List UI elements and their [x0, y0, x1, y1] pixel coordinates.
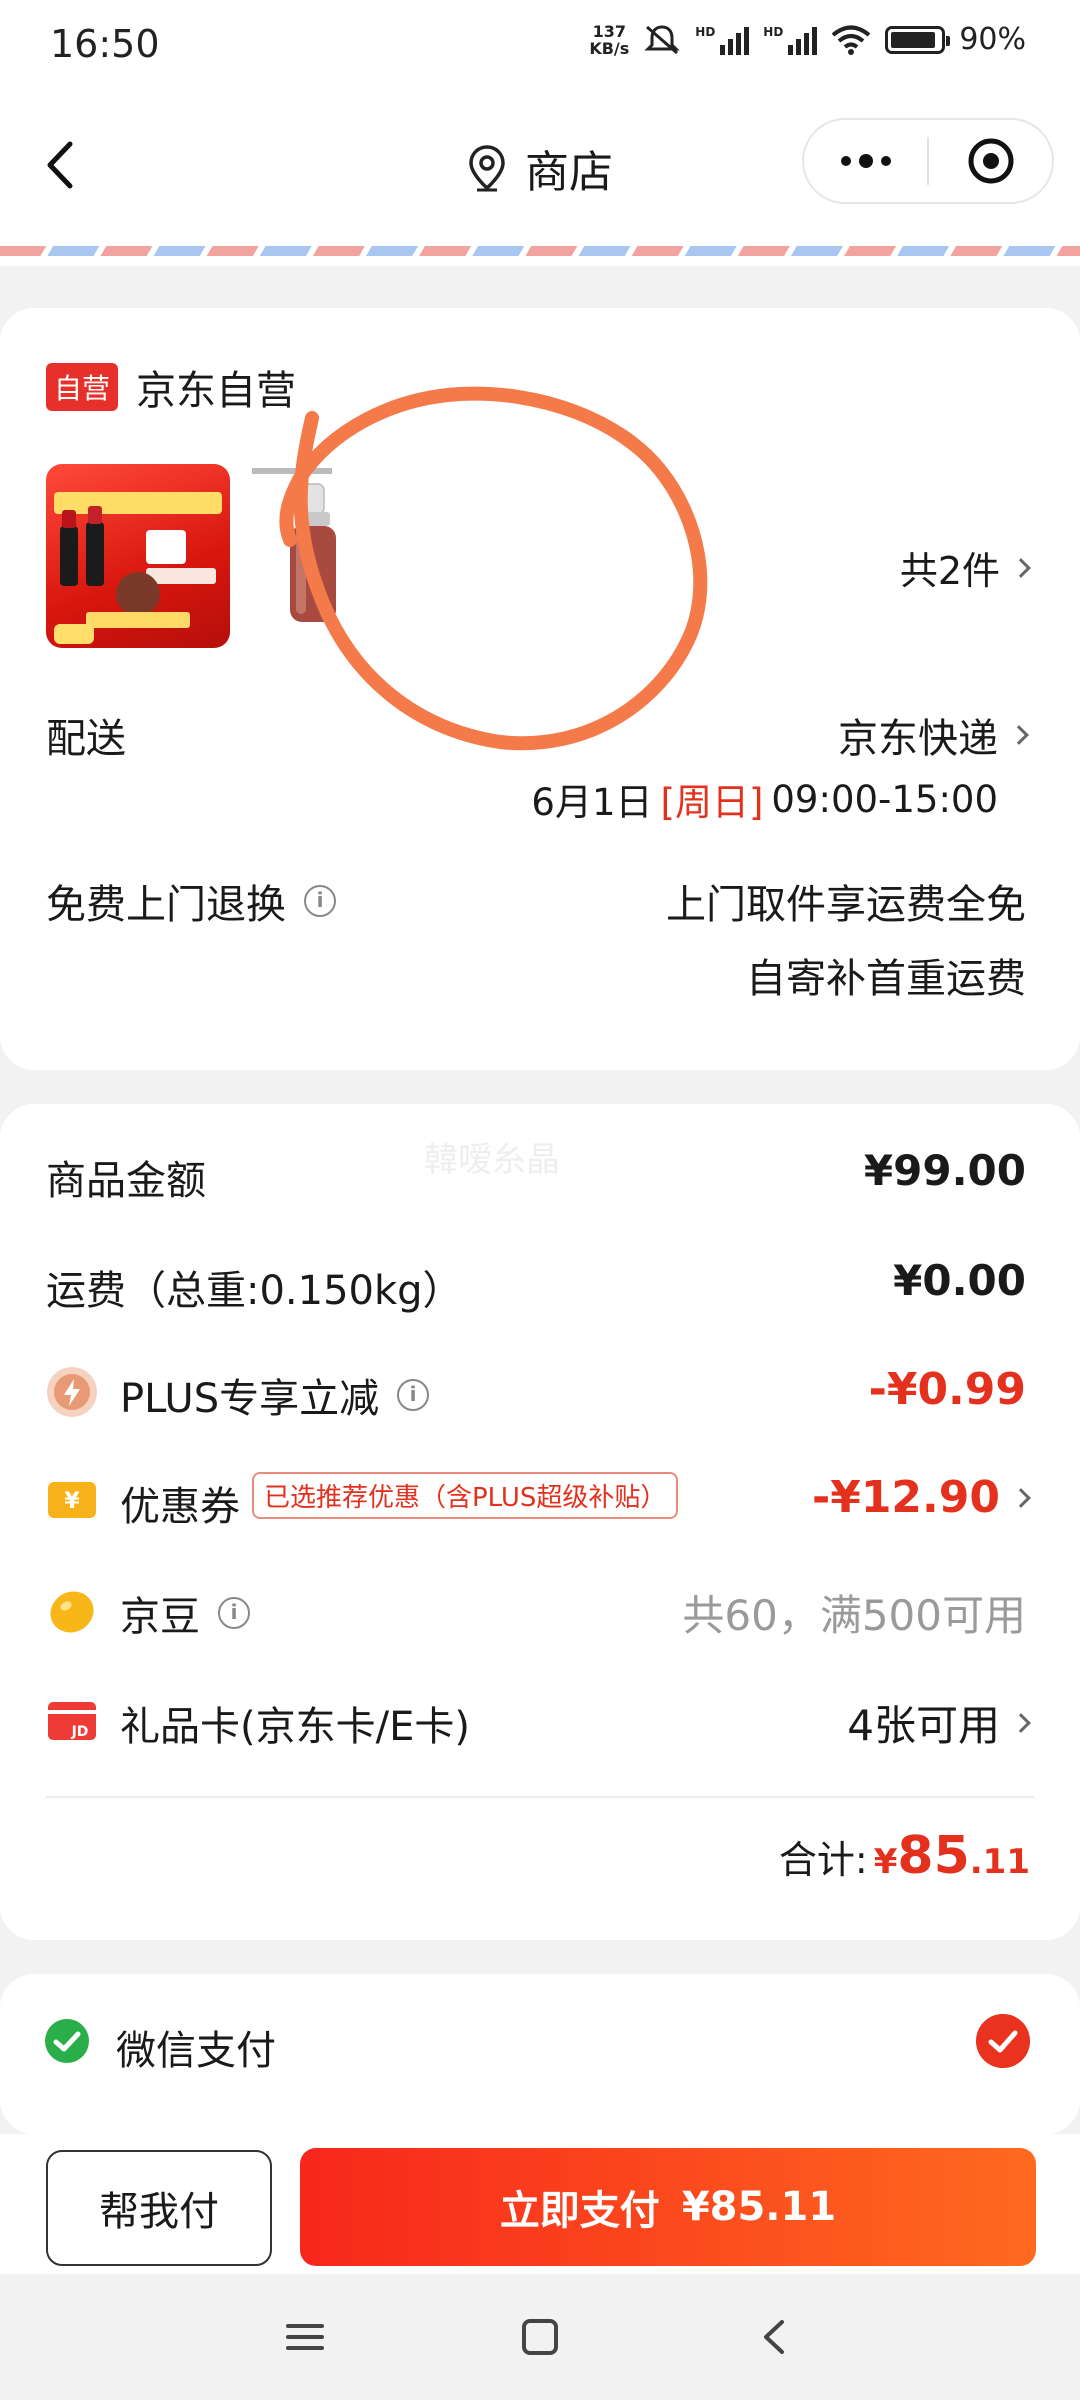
net-speed-unit: KB/s	[589, 38, 630, 58]
beans-value: 共60，满500可用	[682, 1591, 1026, 1640]
order-card: 自营 京东自营 共2件 配送 京东快递 6月1日 [周日] 09:00-15:0…	[0, 308, 1080, 1070]
info-icon[interactable]: i	[304, 885, 336, 917]
menu-icon[interactable]	[280, 2312, 330, 2362]
shop-name: 京东自营	[136, 368, 297, 414]
system-nav-bar	[0, 2274, 1080, 2400]
info-icon[interactable]: i	[397, 1379, 430, 1411]
plus-member-icon	[47, 1367, 97, 1417]
checkout-action-bar: 帮我付 立即支付 ¥85.11	[0, 2134, 1080, 2274]
delivery-date: 6月1日	[531, 781, 653, 824]
shop-header: 自营 京东自营	[46, 358, 296, 416]
delivery-time[interactable]: 6月1日 [周日] 09:00-15:00	[531, 772, 998, 826]
help-me-pay-label: 帮我付	[99, 2189, 219, 2235]
total-integer: 85	[897, 1826, 970, 1886]
more-button[interactable]	[804, 120, 927, 202]
goods-amount-label: 商品金额	[46, 1158, 206, 1204]
delivery-method-link[interactable]: 京东快递	[838, 706, 1029, 764]
chevron-right-icon	[1011, 557, 1031, 578]
plus-discount-row: PLUS专享立减 i	[120, 1366, 430, 1424]
nav-bar: 商店	[0, 96, 1080, 266]
location-pin-icon	[469, 145, 505, 192]
delivery-weekday: [周日]	[660, 781, 764, 824]
returns-row: 免费上门退换 i	[46, 872, 336, 930]
wifi-icon	[832, 25, 871, 55]
shipping-value: ¥0.00	[893, 1256, 1026, 1305]
product-count-link[interactable]: 共2件	[899, 540, 1031, 595]
gift-card-icon: JD	[48, 1702, 96, 1740]
beans-label: 京豆	[120, 1594, 200, 1640]
wechat-pay-icon	[45, 2019, 89, 2063]
pay-now-button[interactable]: 立即支付 ¥85.11	[300, 2148, 1036, 2266]
miniprogram-capsule	[802, 118, 1054, 204]
close-miniprogram-button[interactable]	[929, 120, 1052, 202]
delivery-method: 京东快递	[838, 716, 998, 762]
chevron-right-icon	[1009, 725, 1029, 745]
product-thumbnail-2[interactable]	[246, 464, 430, 648]
product-thumbnail-1[interactable]	[46, 464, 230, 648]
order-total: 合计: ¥ 85 .11	[779, 1826, 1030, 1886]
price-summary-card: 韓嗳糸晶 商品金额 ¥99.00 运费（总重:0.150kg） ¥0.00 PL…	[0, 1104, 1080, 1940]
summary-divider	[46, 1796, 1034, 1798]
total-label: 合计:	[778, 1838, 868, 1882]
watermark-text: 韓嗳糸晶	[424, 1140, 560, 1180]
coupon-recommend-tag: 已选推荐优惠（含PLUS超级补贴）	[252, 1472, 679, 1519]
signal-icon-1: HD	[695, 25, 750, 55]
gift-card-label: 礼品卡(京东卡/E卡)	[120, 1704, 470, 1750]
delivery-slot: 09:00-15:00	[771, 777, 998, 821]
returns-label: 免费上门退换	[46, 882, 286, 928]
plus-discount-label: PLUS专享立减	[120, 1376, 380, 1422]
product-count: 共2件	[899, 549, 1000, 593]
status-time: 16:50	[50, 22, 160, 66]
total-currency: ¥	[873, 1842, 898, 1882]
gift-card-link[interactable]: 4张可用	[847, 1692, 1031, 1753]
coupon-label: 优惠券	[120, 1484, 240, 1530]
svg-text:¥: ¥	[64, 1489, 80, 1514]
coupon-link[interactable]: -¥12.90	[811, 1472, 1031, 1523]
target-circle-icon	[968, 138, 1013, 184]
shipping-label: 运费（总重:0.150kg）	[46, 1268, 463, 1314]
payment-method-card[interactable]: 微信支付	[0, 1974, 1080, 2134]
more-dots-icon	[840, 154, 891, 168]
delivery-label: 配送	[46, 716, 126, 762]
status-icons: 137 KB/s HD HD 90%	[589, 22, 1026, 57]
returns-line2: 自寄补首重运费	[746, 956, 1026, 1002]
svg-text:JD: JD	[71, 1724, 89, 1740]
mute-alarm-icon	[644, 24, 680, 54]
selected-check-icon[interactable]	[976, 2014, 1030, 2068]
self-operated-badge: 自营	[46, 363, 119, 411]
total-decimal: .11	[969, 1842, 1030, 1882]
help-me-pay-button[interactable]: 帮我付	[46, 2150, 272, 2266]
payment-method-label: 微信支付	[116, 2028, 276, 2074]
net-speed: 137 KB/s	[589, 23, 629, 57]
status-bar: 16:50 137 KB/s HD HD 90%	[0, 0, 1080, 96]
pay-now-amount: ¥85.11	[681, 2184, 837, 2230]
chevron-right-icon	[1011, 1712, 1031, 1733]
pay-now-label: 立即支付	[499, 2188, 660, 2234]
serum-bottle-image	[252, 468, 336, 622]
chevron-right-icon	[1011, 1487, 1031, 1508]
airmail-stripe	[0, 246, 1080, 256]
signal-icon-2: HD	[763, 25, 818, 55]
returns-line1: 上门取件享运费全免	[666, 882, 1026, 928]
battery-icon	[885, 25, 951, 54]
coupon-value: -¥12.90	[811, 1472, 1000, 1523]
info-icon[interactable]: i	[218, 1597, 250, 1629]
beans-row: 京豆 i	[120, 1584, 250, 1642]
home-square-icon[interactable]	[515, 2312, 565, 2362]
lipstick-product-image	[54, 492, 222, 644]
goods-amount-value: ¥99.00	[863, 1146, 1026, 1195]
gift-card-value: 4张可用	[847, 1701, 1000, 1750]
plus-discount-value: -¥0.99	[868, 1364, 1026, 1415]
system-back-icon[interactable]	[750, 2312, 800, 2362]
jd-bean-icon	[50, 1591, 94, 1633]
page-title-text: 商店	[525, 147, 613, 198]
battery-percent: 90%	[959, 22, 1026, 57]
coupon-icon: ¥	[48, 1482, 96, 1518]
